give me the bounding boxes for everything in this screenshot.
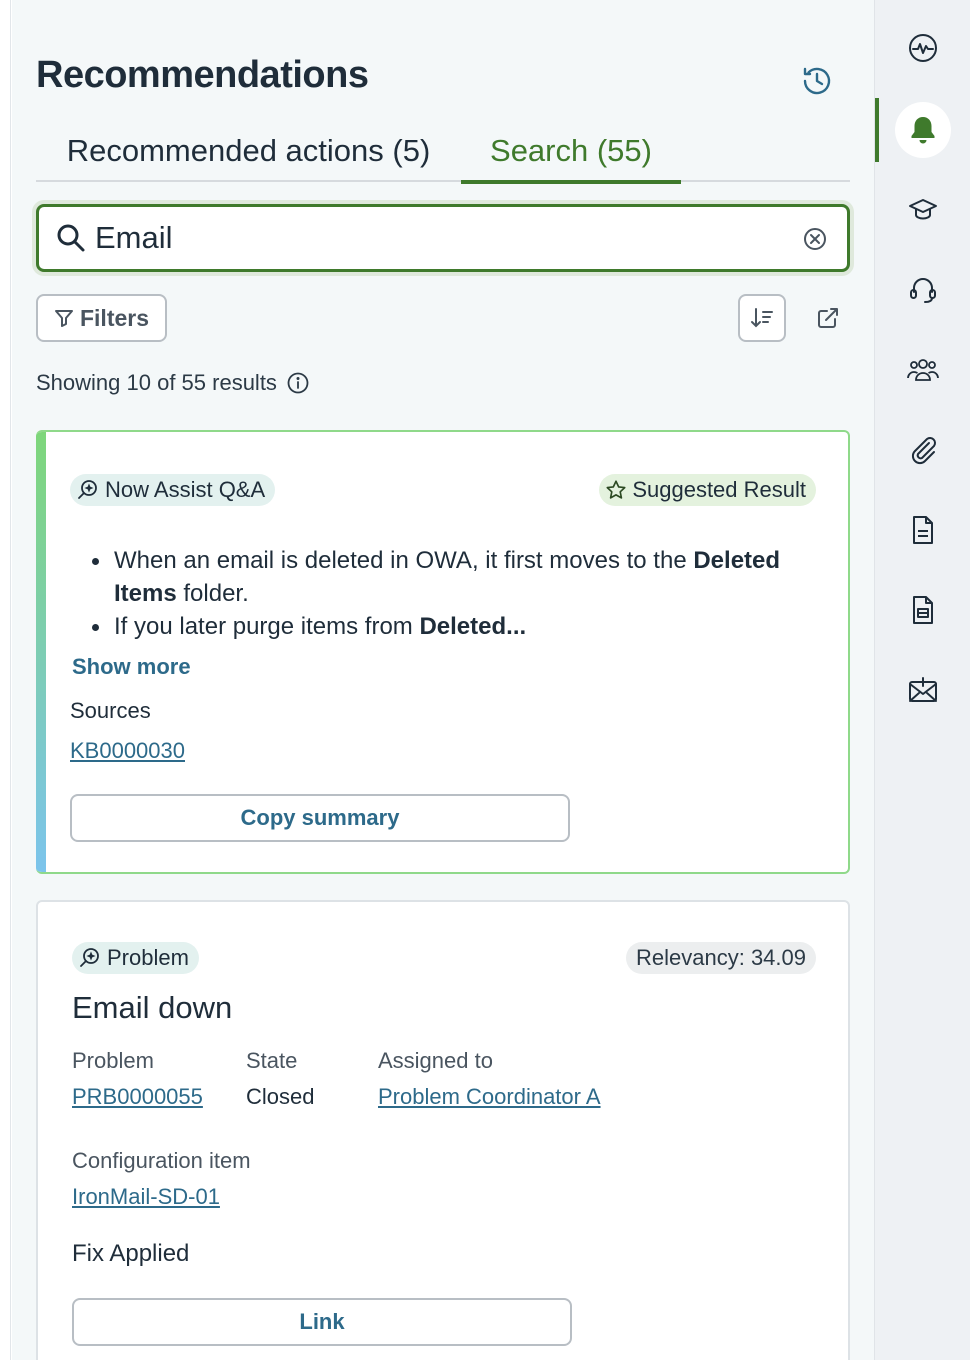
- search-box: [36, 204, 850, 272]
- filters-button[interactable]: Filters: [36, 294, 167, 342]
- external-link-icon: [816, 306, 840, 330]
- configuration-item-link[interactable]: IronMail-SD-01: [72, 1184, 220, 1210]
- tab-search[interactable]: Search (55): [461, 120, 681, 184]
- suggested-result-badge: Suggested Result: [599, 474, 816, 506]
- history-icon: [800, 64, 834, 98]
- sources-label: Sources: [70, 698, 151, 723]
- configuration-item-label: Configuration item: [72, 1148, 251, 1173]
- sort-button[interactable]: [738, 294, 786, 342]
- problem-badge-label: Problem: [107, 945, 189, 970]
- paperclip-icon: [907, 434, 939, 466]
- now-assist-badge-label: Now Assist Q&A: [105, 477, 266, 502]
- star-icon: [605, 479, 627, 501]
- summary-bullet-1: When an email is deleted in OWA, it firs…: [92, 544, 814, 610]
- rail-item-records[interactable]: [895, 582, 951, 638]
- now-assist-badge: Now Assist Q&A: [70, 474, 276, 506]
- active-indicator: [875, 98, 879, 162]
- problem-result-card: Problem Relevancy: 34.09 Email down Prob…: [36, 900, 850, 1360]
- close-circle-icon: [803, 227, 827, 251]
- bell-icon: [907, 114, 939, 146]
- problem-number-label: Problem: [72, 1048, 154, 1073]
- tab-recommended-actions[interactable]: Recommended actions (5): [36, 120, 461, 182]
- rail-item-people[interactable]: [895, 342, 951, 398]
- left-edge: [0, 0, 11, 1360]
- sparkle-search-icon: [78, 946, 102, 970]
- group-icon: [906, 354, 940, 386]
- summary-bullets: When an email is deleted in OWA, it firs…: [92, 544, 814, 643]
- rail-item-documents[interactable]: [895, 502, 951, 558]
- show-more-link[interactable]: Show more: [72, 654, 191, 680]
- assigned-to-label: Assigned to: [378, 1048, 493, 1073]
- state-value: Closed: [246, 1084, 315, 1109]
- fix-applied-text: Fix Applied: [72, 1240, 190, 1267]
- results-count: Showing 10 of 55 results: [36, 370, 309, 396]
- recommendations-panel: Recommendations Recommended actions (5) …: [12, 0, 874, 1360]
- page-title: Recommendations: [36, 54, 369, 96]
- summary-bullet-2: If you later purge items from Deleted...: [92, 610, 814, 643]
- suggested-result-label: Suggested Result: [632, 477, 806, 502]
- tab-bar: Recommended actions (5) Search (55): [36, 120, 850, 184]
- sparkle-search-icon: [76, 478, 100, 502]
- info-icon[interactable]: [287, 372, 309, 394]
- rail-item-notifications[interactable]: [895, 102, 951, 158]
- rail-item-support[interactable]: [895, 262, 951, 318]
- state-label: State: [246, 1048, 298, 1073]
- rail-item-attachments[interactable]: [895, 422, 951, 478]
- rail-item-compose-email[interactable]: [895, 662, 951, 718]
- link-button[interactable]: Link: [72, 1298, 572, 1346]
- problem-title: Email down: [72, 990, 233, 1025]
- open-new-window-button[interactable]: [808, 298, 848, 338]
- rail-item-activity[interactable]: [895, 20, 951, 76]
- headset-icon: [907, 274, 939, 306]
- document-icon: [907, 514, 939, 546]
- results-count-text: Showing 10 of 55 results: [36, 370, 277, 395]
- filters-label: Filters: [79, 304, 150, 331]
- now-assist-qa-card: Now Assist Q&A Suggested Result When an …: [36, 430, 850, 874]
- assigned-to-link[interactable]: Problem Coordinator A: [378, 1084, 601, 1110]
- card-accent-bar: [36, 432, 46, 872]
- clear-search-button[interactable]: [801, 225, 829, 253]
- rail-item-learning[interactable]: [895, 182, 951, 238]
- graduation-cap-icon: [907, 194, 939, 226]
- problem-number-link[interactable]: PRB0000055: [72, 1084, 203, 1110]
- copy-summary-button[interactable]: Copy summary: [70, 794, 570, 842]
- search-icon: [55, 222, 87, 254]
- search-input[interactable]: [95, 220, 755, 256]
- problem-badge: Problem: [72, 942, 199, 974]
- filter-icon: [54, 308, 74, 328]
- source-kb-link[interactable]: KB0000030: [70, 738, 185, 764]
- email-add-icon: [907, 674, 939, 706]
- right-sidebar-rail: [874, 0, 970, 1360]
- list-document-icon: [907, 594, 939, 626]
- relevancy-badge: Relevancy: 34.09: [626, 942, 816, 974]
- sort-descending-icon: [750, 306, 774, 330]
- pulse-icon: [907, 32, 939, 64]
- history-button[interactable]: [798, 62, 836, 100]
